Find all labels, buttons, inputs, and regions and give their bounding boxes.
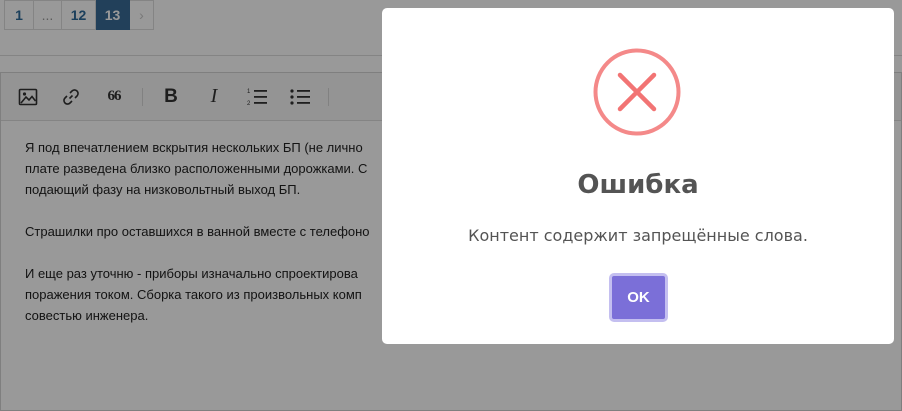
error-dialog: Ошибка Контент содержит запрещённые слов… (382, 8, 894, 344)
error-x-icon (593, 48, 681, 136)
dialog-title: Ошибка (577, 170, 699, 200)
ok-button[interactable]: OK (609, 273, 668, 322)
dialog-message: Контент содержит запрещённые слова. (468, 226, 808, 245)
